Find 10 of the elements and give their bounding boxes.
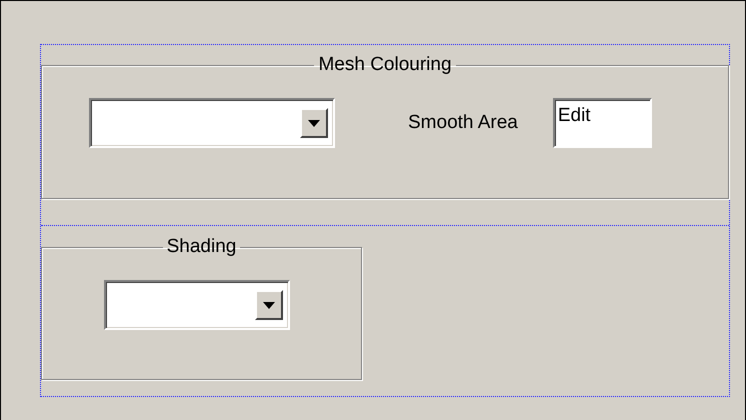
dropdown-button[interactable] — [300, 108, 328, 138]
field-label: Smooth Area — [408, 112, 518, 134]
dropdown-field[interactable] — [89, 98, 335, 148]
dropdown-button[interactable] — [255, 290, 283, 320]
group-title: Mesh Colouring — [317, 54, 453, 76]
dropdown-arrow-icon — [263, 302, 275, 308]
dropdown-arrow-icon — [308, 120, 320, 126]
dropdown-field[interactable] — [104, 280, 290, 330]
text-field[interactable]: Edit — [552, 98, 652, 148]
group-title: Shading — [166, 236, 238, 258]
